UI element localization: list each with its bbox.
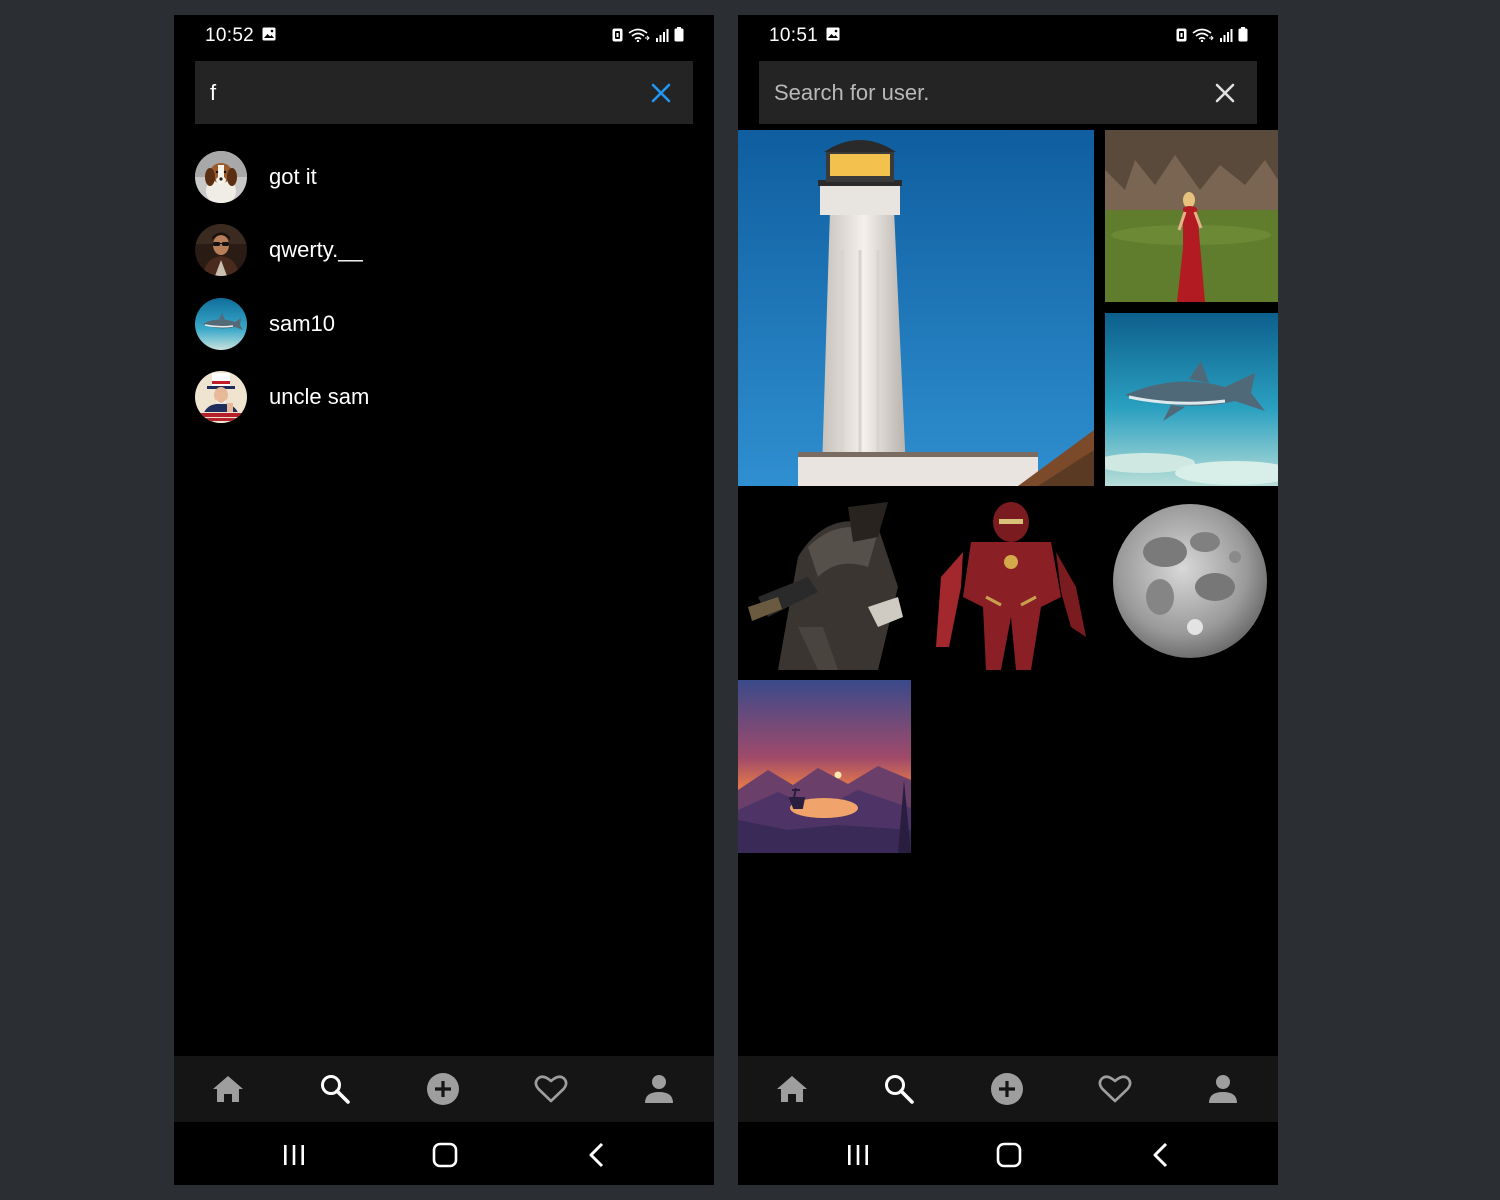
battery-icon [1238, 27, 1248, 42]
bottom-navigation [738, 1056, 1278, 1122]
system-back-button[interactable] [1141, 1140, 1181, 1170]
gallery-notification-icon [826, 27, 840, 41]
signal-icon [656, 28, 669, 42]
nav-add[interactable] [413, 1056, 473, 1122]
add-circle-icon [427, 1073, 459, 1105]
home-circle-icon [996, 1142, 1022, 1168]
search-icon [885, 1075, 914, 1104]
explore-screen: 10:51 [738, 15, 1278, 1185]
home-circle-icon [432, 1142, 458, 1168]
bottom-navigation [174, 1056, 714, 1122]
nav-search[interactable] [305, 1056, 365, 1122]
search-bar [195, 61, 693, 124]
signal-icon [1220, 28, 1233, 42]
system-navigation-bar [738, 1122, 1278, 1185]
nav-activity[interactable] [521, 1056, 581, 1122]
status-bar: 10:51 [738, 15, 1278, 55]
status-time: 10:52 [205, 25, 255, 46]
nav-activity[interactable] [1085, 1056, 1145, 1122]
home-icon [777, 1076, 807, 1102]
nav-add[interactable] [977, 1056, 1037, 1122]
list-item[interactable]: sam10 [195, 287, 714, 361]
username: qwerty.__ [269, 237, 363, 263]
status-icons [1176, 27, 1248, 42]
system-recents-button[interactable] [274, 1140, 314, 1170]
username: sam10 [269, 310, 336, 336]
battery-saver-icon [612, 28, 623, 42]
recents-icon [284, 1145, 304, 1165]
system-home-button[interactable] [425, 1140, 465, 1170]
close-icon[interactable] [647, 79, 675, 107]
explore-post-steampunk-gunslinger[interactable] [738, 497, 911, 670]
search-input[interactable] [759, 61, 1214, 124]
avatar-shark [195, 297, 247, 350]
system-home-button[interactable] [989, 1140, 1029, 1170]
person-icon [645, 1075, 673, 1103]
heart-icon [534, 1075, 568, 1103]
add-circle-icon [991, 1073, 1023, 1105]
system-navigation-bar [174, 1122, 714, 1185]
back-icon [1153, 1142, 1168, 1168]
wifi-icon [628, 28, 650, 42]
list-item[interactable]: qwerty.__ [195, 214, 714, 288]
search-icon [321, 1075, 350, 1104]
battery-icon [674, 27, 684, 42]
gallery-notification-icon [262, 27, 276, 41]
nav-search[interactable] [869, 1056, 929, 1122]
close-icon[interactable] [1211, 79, 1239, 107]
recents-icon [848, 1145, 868, 1165]
home-icon [213, 1076, 243, 1102]
explore-post-sunset-deer-landscape[interactable] [738, 680, 911, 853]
search-input[interactable] [195, 61, 650, 124]
explore-post-woman-red-dress[interactable] [1105, 130, 1278, 302]
username: uncle sam [269, 384, 370, 410]
wifi-icon [1192, 28, 1214, 42]
status-icons [612, 27, 684, 42]
nav-profile[interactable] [629, 1056, 689, 1122]
system-recents-button[interactable] [838, 1140, 878, 1170]
nav-home[interactable] [198, 1056, 258, 1122]
explore-post-iron-man-armor[interactable] [921, 497, 1094, 670]
heart-icon [1098, 1075, 1132, 1103]
system-back-button[interactable] [577, 1140, 617, 1170]
explore-post-full-moon[interactable] [1105, 497, 1278, 670]
back-icon [589, 1142, 604, 1168]
avatar-beagle-dog [195, 150, 247, 203]
explore-post-lighthouse[interactable] [738, 130, 1094, 486]
battery-saver-icon [1176, 28, 1187, 42]
username: got it [269, 163, 317, 189]
status-bar: 10:52 [174, 15, 714, 55]
list-item[interactable]: got it [195, 140, 714, 214]
search-results-list: got it qwerty.__ sam10 uncle sam [195, 140, 714, 434]
search-bar [759, 61, 1257, 124]
explore-post-shark-underwater[interactable] [1105, 313, 1278, 486]
person-icon [1209, 1075, 1237, 1103]
status-time: 10:51 [769, 25, 819, 46]
nav-home[interactable] [762, 1056, 822, 1122]
avatar-uncle-sam-poster [195, 371, 247, 424]
nav-profile[interactable] [1193, 1056, 1253, 1122]
search-results-screen: 10:52 f got it qwerty.__ sam10 uncle sam [174, 15, 714, 1185]
list-item[interactable]: uncle sam [195, 361, 714, 435]
avatar-man-sunglasses [195, 224, 247, 277]
